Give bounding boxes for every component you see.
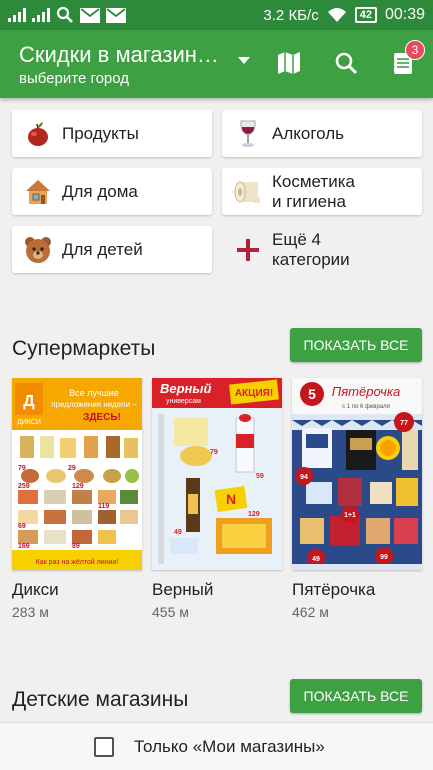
- svg-text:129: 129: [72, 483, 84, 490]
- svg-text:259: 259: [18, 483, 30, 490]
- app-bar: Скидки в магазин… выберите город 3: [0, 30, 433, 98]
- toilet-paper-icon: [234, 178, 262, 206]
- status-bar: 3.2 КБ/с 42 00:39: [0, 0, 433, 30]
- svg-text:Все лучшие: Все лучшие: [69, 388, 119, 398]
- svg-text:ЗДЕСЬ!: ЗДЕСЬ!: [83, 412, 121, 423]
- store-distance: 283 м: [12, 604, 49, 620]
- svg-text:с 1 по 6 февраля: с 1 по 6 февраля: [342, 404, 390, 410]
- store-flyer-image[interactable]: Верный универсам АКЦИЯ! N 79 59 49 129: [152, 378, 282, 570]
- store-name: Дикси: [12, 580, 59, 599]
- svg-text:69: 69: [18, 523, 26, 530]
- svg-text:универсам: универсам: [166, 398, 201, 405]
- store-card-pyaterochka[interactable]: 5 Пятёрочка с 1 по 6 февраля 77 94 1+1 9…: [292, 378, 422, 620]
- svg-text:59: 59: [256, 473, 264, 480]
- wine-glass-icon: [234, 120, 262, 148]
- mail-icon: [80, 7, 100, 23]
- my-stores-checkbox[interactable]: [94, 736, 114, 757]
- category-card-kids[interactable]: Для детей: [12, 226, 212, 273]
- search-status-icon: [56, 6, 73, 23]
- category-card-alcohol[interactable]: Алкоголь: [222, 110, 422, 157]
- map-icon[interactable]: [274, 48, 304, 78]
- shopping-list-icon[interactable]: 3: [389, 40, 425, 78]
- category-label: Продукты: [62, 123, 139, 143]
- dropdown-arrow-icon[interactable]: [238, 57, 250, 64]
- section-title-kids-stores: Детские магазины: [12, 688, 189, 711]
- category-card-cosmetics[interactable]: Косметика и гигиена: [222, 168, 422, 215]
- svg-text:79: 79: [18, 465, 26, 472]
- svg-text:ДИКСИ: ДИКСИ: [17, 419, 41, 426]
- svg-text:129: 129: [248, 511, 260, 518]
- city-selector[interactable]: выберите город: [19, 70, 129, 87]
- apple-icon: [24, 120, 52, 148]
- store-card-verny[interactable]: Верный универсам АКЦИЯ! N 79 59 49 129 Верн…: [152, 378, 282, 620]
- svg-text:29: 29: [68, 465, 76, 472]
- svg-text:49: 49: [312, 556, 320, 563]
- category-label: Ещё 4 категории: [272, 229, 350, 269]
- teddy-bear-icon: [24, 236, 52, 264]
- svg-text:1+1: 1+1: [344, 512, 356, 519]
- svg-text:АКЦИЯ!: АКЦИЯ!: [235, 388, 273, 399]
- svg-text:99: 99: [380, 554, 388, 561]
- svg-text:94: 94: [300, 474, 308, 481]
- category-card-more[interactable]: Ещё 4 категории: [222, 226, 422, 273]
- svg-text:5: 5: [308, 386, 316, 402]
- svg-text:119: 119: [98, 503, 109, 510]
- store-name: Пятёрочка: [292, 580, 376, 599]
- category-label: Для дома: [62, 181, 138, 201]
- category-label: Косметика и гигиена: [272, 171, 355, 211]
- svg-text:169: 169: [18, 543, 30, 550]
- my-stores-label[interactable]: Только «Мои магазины»: [134, 737, 325, 757]
- wifi-icon: [327, 8, 346, 22]
- battery-icon: 42: [354, 7, 377, 23]
- svg-text:49: 49: [174, 529, 182, 536]
- house-icon: [24, 178, 52, 206]
- svg-text:N: N: [226, 491, 236, 507]
- show-all-button-supermarkets[interactable]: ПОКАЗАТЬ ВСЕ: [290, 328, 422, 362]
- bottom-filter-bar: Только «Мои магазины»: [0, 722, 433, 770]
- svg-text:79: 79: [210, 449, 218, 456]
- list-count-badge: 3: [405, 40, 425, 60]
- store-flyer-image[interactable]: 5 Пятёрочка с 1 по 6 февраля 77 94 1+1 9…: [292, 378, 422, 570]
- svg-text:Пятёрочка: Пятёрочка: [332, 384, 400, 399]
- signal-icon: [8, 8, 26, 22]
- search-icon[interactable]: [331, 48, 361, 78]
- battery-level: 42: [359, 9, 372, 21]
- app-title[interactable]: Скидки в магазин…: [19, 42, 229, 68]
- store-distance: 455 м: [152, 604, 189, 620]
- mail-2-icon: [106, 7, 126, 23]
- svg-text:Верный: Верный: [160, 381, 212, 396]
- svg-text:77: 77: [400, 420, 408, 427]
- signal-2-icon: [32, 8, 50, 22]
- section-title-supermarkets: Супермаркеты: [12, 337, 156, 360]
- svg-text:Как раз на жёлтой линии!: Как раз на жёлтой линии!: [36, 558, 119, 566]
- store-flyer-image[interactable]: Д ДИКСИ Все лучшие предложения недели – …: [12, 378, 142, 570]
- category-card-home[interactable]: Для дома: [12, 168, 212, 215]
- category-label: Для детей: [62, 239, 143, 259]
- category-label: Алкоголь: [272, 123, 345, 143]
- show-all-button-kids-stores[interactable]: ПОКАЗАТЬ ВСЕ: [290, 679, 422, 713]
- svg-text:предложения недели –: предложения недели –: [51, 400, 137, 409]
- store-name: Верный: [152, 580, 214, 599]
- svg-text:89: 89: [72, 543, 80, 550]
- category-card-products[interactable]: Продукты: [12, 110, 212, 157]
- clock: 00:39: [384, 6, 425, 23]
- svg-text:Д: Д: [23, 393, 35, 410]
- network-speed: 3.2 КБ/с: [263, 6, 319, 24]
- plus-icon: [234, 236, 262, 264]
- store-card-dixy[interactable]: Д ДИКСИ Все лучшие предложения недели – …: [12, 378, 142, 620]
- store-distance: 462 м: [292, 604, 329, 620]
